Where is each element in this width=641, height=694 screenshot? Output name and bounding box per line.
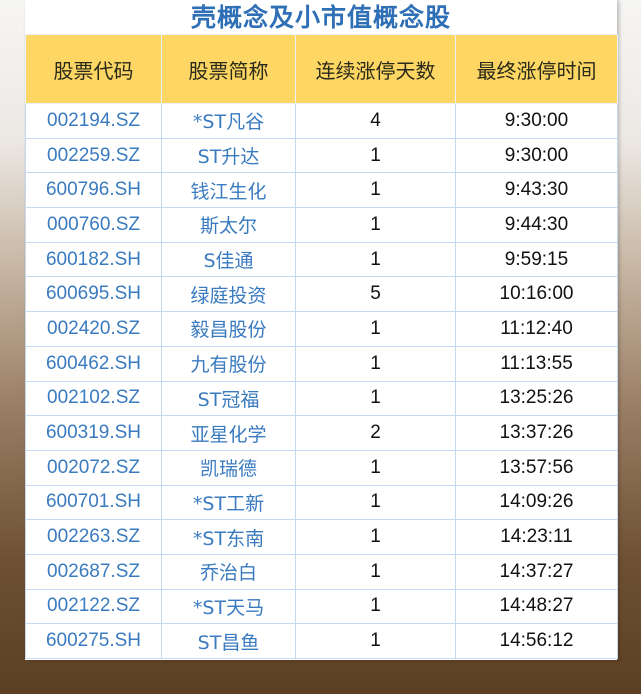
final-limit-up-time: 14:09:26	[455, 484, 618, 521]
limit-up-days: 1	[295, 553, 456, 590]
table-row: 600182.SH S佳通 1 9:59:15	[25, 241, 618, 278]
table-row: 002259.SZ ST升达 1 9:30:00	[25, 137, 618, 174]
final-limit-up-time: 13:57:56	[455, 449, 618, 486]
stock-code: 002072.SZ	[25, 449, 162, 486]
stock-name: *ST东南	[161, 519, 296, 555]
final-limit-up-time: 10:16:00	[455, 276, 618, 313]
table-row: 002122.SZ *ST天马 1 14:48:27	[25, 588, 618, 625]
limit-up-days: 1	[295, 345, 456, 382]
table-row: 600462.SH 九有股份 1 11:13:55	[25, 345, 618, 382]
stock-name: *ST天马	[161, 588, 296, 625]
limit-up-days: 1	[295, 519, 456, 555]
stock-code: 002263.SZ	[25, 519, 162, 555]
stock-name: 钱江生化	[161, 172, 296, 209]
limit-up-days: 1	[295, 241, 456, 278]
header-final-limit-up-time: 最终涨停时间	[455, 34, 618, 104]
table-row: 600695.SH 绿庭投资 5 10:16:00	[25, 276, 618, 313]
stock-code: 600462.SH	[25, 345, 162, 382]
header-row: 股票代码 股票简称 连续涨停天数 最终涨停时间	[25, 34, 618, 104]
final-limit-up-time: 13:25:26	[455, 380, 618, 417]
limit-up-days: 5	[295, 276, 456, 313]
stock-code: 000760.SZ	[25, 207, 162, 243]
final-limit-up-time: 14:56:12	[455, 623, 618, 659]
final-limit-up-time: 13:37:26	[455, 415, 618, 451]
stock-code: 002259.SZ	[25, 137, 162, 174]
header-code: 股票代码	[25, 34, 162, 104]
stock-name: ST冠福	[161, 380, 296, 417]
limit-up-days: 1	[295, 380, 456, 417]
limit-up-days: 1	[295, 172, 456, 209]
final-limit-up-time: 14:37:27	[455, 553, 618, 590]
header-limit-up-days: 连续涨停天数	[295, 34, 456, 104]
table-row: 002194.SZ *ST凡谷 4 9:30:00	[25, 103, 618, 139]
stock-name: 斯太尔	[161, 207, 296, 243]
limit-up-days: 2	[295, 415, 456, 451]
stock-code: 002194.SZ	[25, 103, 162, 139]
stock-table-panel: 壳概念及小市值概念股 股票代码 股票简称 连续涨停天数 最终涨停时间 00219…	[25, 0, 618, 660]
table-row: 002102.SZ ST冠福 1 13:25:26	[25, 380, 618, 417]
final-limit-up-time: 14:48:27	[455, 588, 618, 625]
stock-name: 九有股份	[161, 345, 296, 382]
stock-name: *ST工新	[161, 484, 296, 521]
stock-code: 002687.SZ	[25, 553, 162, 590]
stock-name: *ST凡谷	[161, 103, 296, 139]
table-row: 002072.SZ 凯瑞德 1 13:57:56	[25, 449, 618, 486]
limit-up-days: 1	[295, 484, 456, 521]
table-row: 002263.SZ *ST东南 1 14:23:11	[25, 519, 618, 555]
stock-name: 毅昌股份	[161, 311, 296, 347]
table-row: 000760.SZ 斯太尔 1 9:44:30	[25, 207, 618, 243]
limit-up-days: 1	[295, 311, 456, 347]
limit-up-days: 1	[295, 588, 456, 625]
header-name: 股票简称	[161, 34, 296, 104]
final-limit-up-time: 9:59:15	[455, 241, 618, 278]
stock-code: 002102.SZ	[25, 380, 162, 417]
limit-up-days: 1	[295, 137, 456, 174]
stock-code: 600695.SH	[25, 276, 162, 313]
table-row: 002420.SZ 毅昌股份 1 11:12:40	[25, 311, 618, 347]
stock-name: S佳通	[161, 241, 296, 278]
stock-code: 002122.SZ	[25, 588, 162, 625]
stock-name: 亚星化学	[161, 415, 296, 451]
final-limit-up-time: 11:13:55	[455, 345, 618, 382]
table-row: 600796.SH 钱江生化 1 9:43:30	[25, 172, 618, 209]
final-limit-up-time: 9:30:00	[455, 137, 618, 174]
table-row: 600701.SH *ST工新 1 14:09:26	[25, 484, 618, 521]
table-row: 600275.SH ST昌鱼 1 14:56:12	[25, 623, 618, 659]
stock-code: 600701.SH	[25, 484, 162, 521]
stock-code: 600319.SH	[25, 415, 162, 451]
stock-name: 绿庭投资	[161, 276, 296, 313]
table-row: 002687.SZ 乔治白 1 14:37:27	[25, 553, 618, 590]
final-limit-up-time: 14:23:11	[455, 519, 618, 555]
final-limit-up-time: 9:44:30	[455, 207, 618, 243]
stock-code: 600275.SH	[25, 623, 162, 659]
stock-code: 002420.SZ	[25, 311, 162, 347]
table-title: 壳概念及小市值概念股	[190, 3, 451, 32]
final-limit-up-time: 9:30:00	[455, 103, 618, 139]
stock-name: 乔治白	[161, 553, 296, 590]
stock-name: ST升达	[161, 137, 296, 174]
final-limit-up-time: 9:43:30	[455, 172, 618, 209]
final-limit-up-time: 11:12:40	[455, 311, 618, 347]
limit-up-days: 4	[295, 103, 456, 139]
limit-up-days: 1	[295, 623, 456, 659]
stock-code: 600182.SH	[25, 241, 162, 278]
limit-up-days: 1	[295, 449, 456, 486]
stock-table: 股票代码 股票简称 连续涨停天数 最终涨停时间 002194.SZ *ST凡谷 4 9…	[25, 34, 618, 659]
stock-name: ST昌鱼	[161, 623, 296, 659]
stock-name: 凯瑞德	[161, 449, 296, 486]
table-row: 600319.SH 亚星化学 2 13:37:26	[25, 415, 618, 451]
limit-up-days: 1	[295, 207, 456, 243]
stock-code: 600796.SH	[25, 172, 162, 209]
